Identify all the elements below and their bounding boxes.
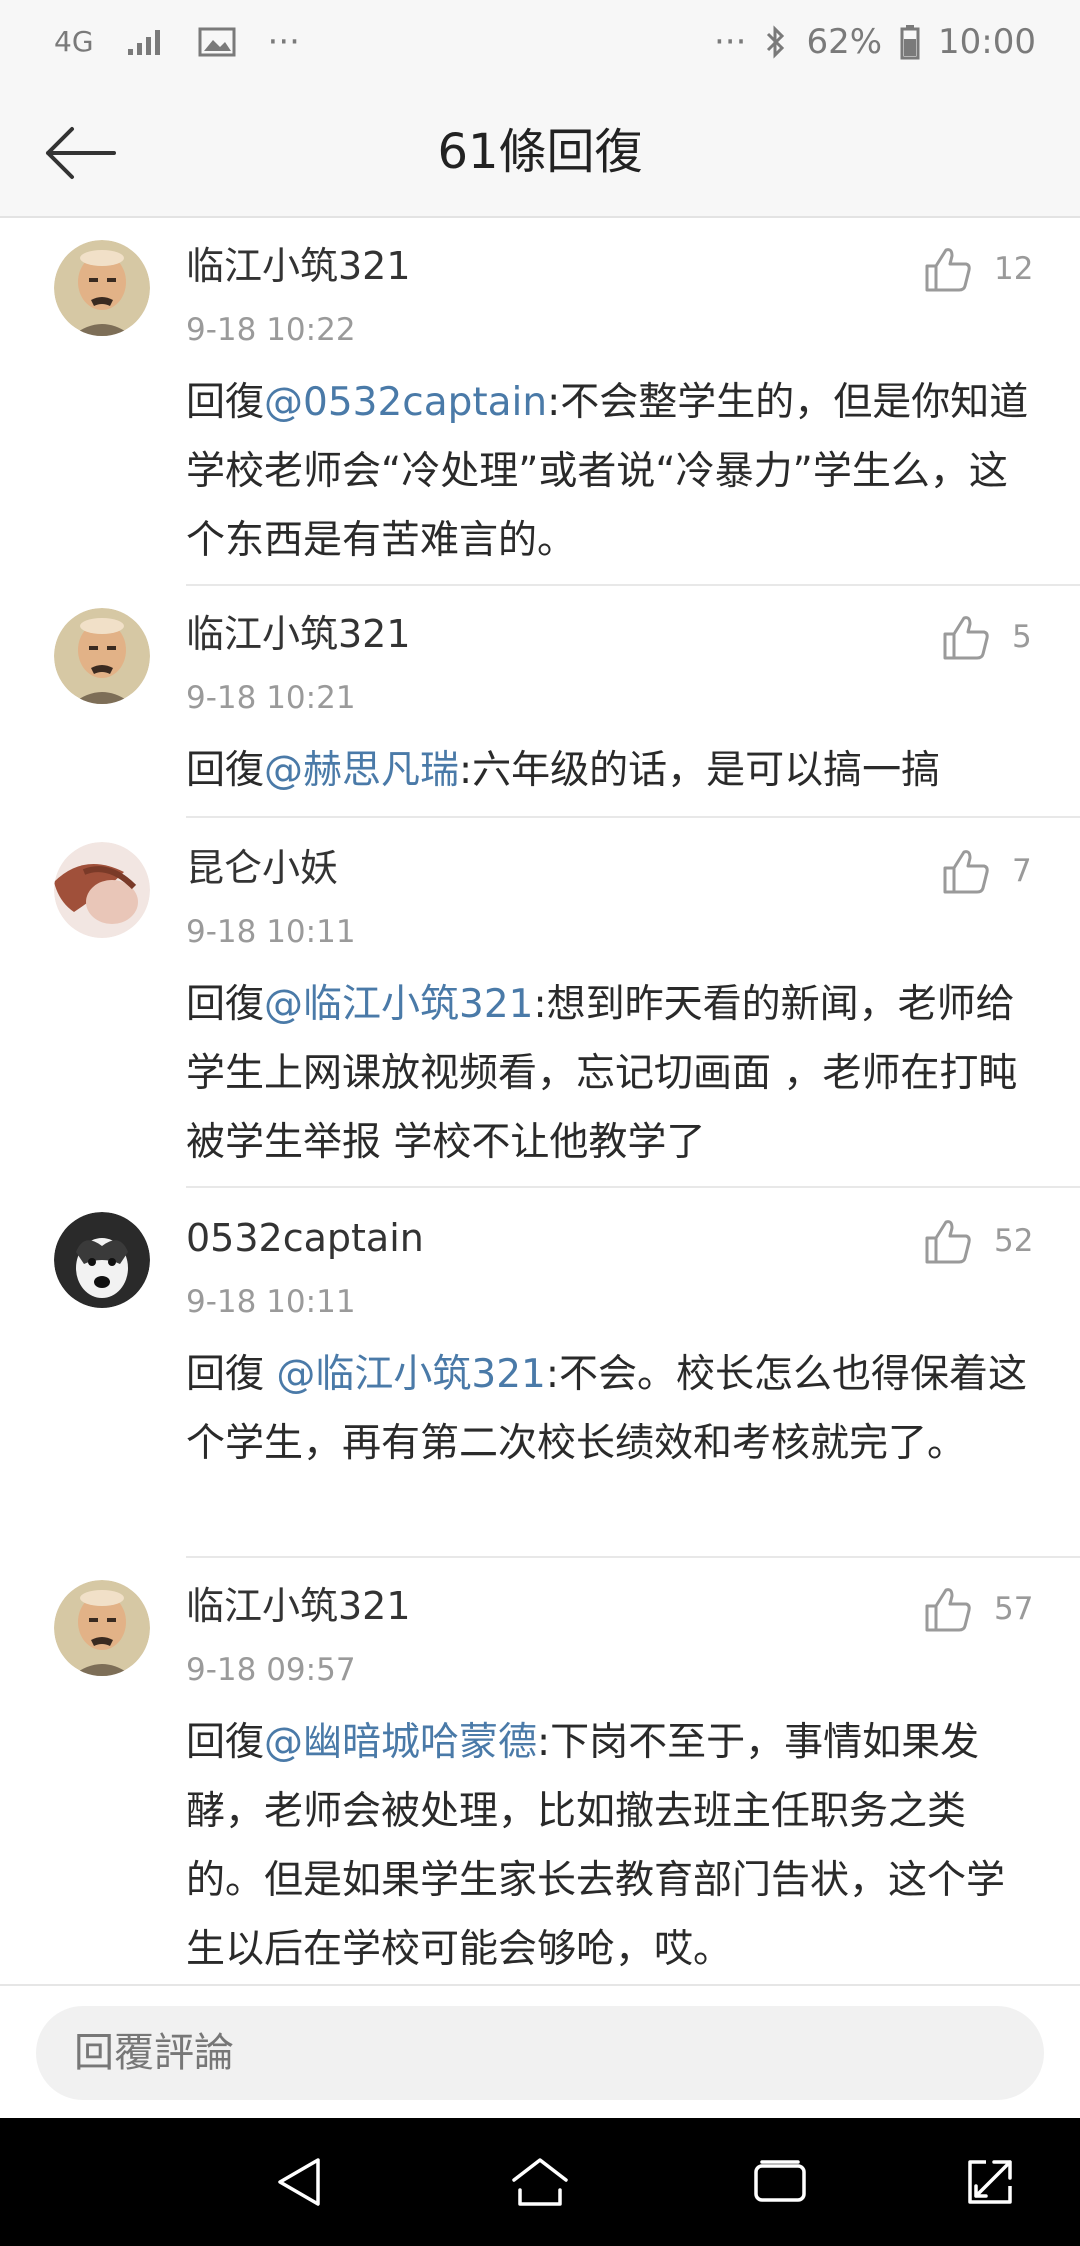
reply-prefix: 回復 [186, 380, 265, 425]
page-title: 61條回復 [437, 124, 643, 180]
status-bar: 4G ··· ··· 62% 10:00 [0, 0, 1080, 90]
nav-back-button[interactable] [270, 2152, 330, 2212]
thumbs-up-icon [943, 616, 989, 660]
thumbs-up-icon [925, 1588, 971, 1632]
nav-expand-button[interactable] [960, 2152, 1020, 2212]
like-count: 5 [1012, 619, 1032, 655]
comment-body: :六年级的话，是可以搞一搞 [459, 748, 941, 793]
thumbs-up-icon [943, 850, 989, 894]
system-nav-bar [0, 2118, 1080, 2246]
reply-prefix: 回復 [186, 982, 265, 1027]
mention-link[interactable]: @幽暗城哈蒙德 [264, 1720, 537, 1765]
comment-text: 回復@0532captain:不会整学生的，但是你知道学校老师会“冷处理”或者说… [186, 368, 1036, 575]
comment-author[interactable]: 临江小筑321 [186, 240, 411, 292]
comment-text: 回復@临江小筑321:想到昨天看的新闻，老师给学生上网课放视频看，忘记切画面 ，… [186, 970, 1036, 1177]
thumbs-up-icon [925, 1220, 971, 1264]
comment-author[interactable]: 昆仑小妖 [186, 842, 338, 894]
battery-percent: 62% [806, 22, 883, 62]
comment-time: 9-18 10:21 [186, 680, 356, 716]
battery-icon [900, 24, 920, 60]
signal-icon [126, 27, 166, 57]
mention-link[interactable]: @临江小筑321 [264, 982, 533, 1027]
clock: 10:00 [938, 22, 1036, 62]
like-count: 57 [994, 1591, 1034, 1627]
like-button[interactable]: 12 [924, 246, 1033, 292]
reply-bar: 回覆評論 [0, 1984, 1080, 2118]
home-icon [512, 2158, 568, 2206]
comment-time: 9-18 09:57 [186, 1652, 356, 1688]
like-button[interactable]: 52 [924, 1218, 1033, 1264]
status-bar-left: 4G ··· [54, 22, 300, 62]
like-count: 7 [1012, 853, 1032, 889]
mention-link[interactable]: @0532captain [264, 380, 547, 425]
network-type: 4G [54, 25, 94, 58]
nav-home-button[interactable] [510, 2152, 570, 2212]
like-button[interactable]: 7 [942, 848, 1032, 894]
avatar[interactable] [54, 1580, 150, 1676]
comment-time: 9-18 10:22 [186, 312, 356, 348]
more-status-indicator: ··· [714, 22, 747, 62]
like-button[interactable]: 5 [942, 614, 1032, 660]
comment-author[interactable]: 临江小筑321 [186, 1580, 411, 1632]
comment-text: 回復@赫思凡瑞:六年级的话，是可以搞一搞 [186, 736, 1036, 805]
reply-input[interactable]: 回覆評論 [36, 2006, 1044, 2100]
avatar[interactable] [54, 842, 150, 938]
mention-link[interactable]: @临江小筑321 [276, 1352, 545, 1397]
avatar[interactable] [54, 608, 150, 704]
expand-icon [968, 2160, 1012, 2204]
like-count: 12 [994, 251, 1034, 287]
mention-link[interactable]: @赫思凡瑞 [264, 748, 459, 793]
image-notification-icon [198, 27, 236, 57]
avatar[interactable] [54, 240, 150, 336]
comment-text: 回復 @临江小筑321:不会。校长怎么也得保着这个学生，再有第二次校长绩效和考核… [186, 1340, 1036, 1478]
bluetooth-icon [764, 24, 788, 60]
comment-time: 9-18 10:11 [186, 914, 356, 950]
comment-list[interactable]: 临江小筑321 9-18 10:22 12 回復@0532captain:不会整… [0, 218, 1080, 1984]
triangle-back-icon [278, 2158, 320, 2206]
comment-divider [186, 1186, 1080, 1188]
comment-time: 9-18 10:11 [186, 1284, 356, 1320]
nav-recents-button[interactable] [750, 2152, 810, 2212]
status-bar-right: ··· 62% 10:00 [714, 22, 1036, 62]
comment-divider [186, 1556, 1080, 1558]
comment-divider [186, 816, 1080, 818]
comment-author[interactable]: 0532captain [186, 1212, 424, 1264]
reply-prefix: 回復 [186, 748, 265, 793]
reply-input-placeholder: 回覆評論 [74, 2030, 234, 2076]
more-notifications-indicator: ··· [267, 22, 300, 62]
thumbs-up-icon [925, 248, 971, 292]
app-bar: 61條回復 [0, 90, 1080, 218]
like-count: 52 [994, 1223, 1034, 1259]
comment-text: 回復@幽暗城哈蒙德:下岗不至于，事情如果发酵，老师会被处理，比如撤去班主任职务之… [186, 1708, 1036, 1984]
comment-author[interactable]: 临江小筑321 [186, 608, 411, 660]
comment-divider [186, 584, 1080, 586]
reply-prefix: 回復 [186, 1352, 277, 1397]
recents-icon [754, 2160, 806, 2202]
reply-prefix: 回復 [186, 1720, 265, 1765]
like-button[interactable]: 57 [924, 1586, 1033, 1632]
avatar[interactable] [54, 1212, 150, 1308]
